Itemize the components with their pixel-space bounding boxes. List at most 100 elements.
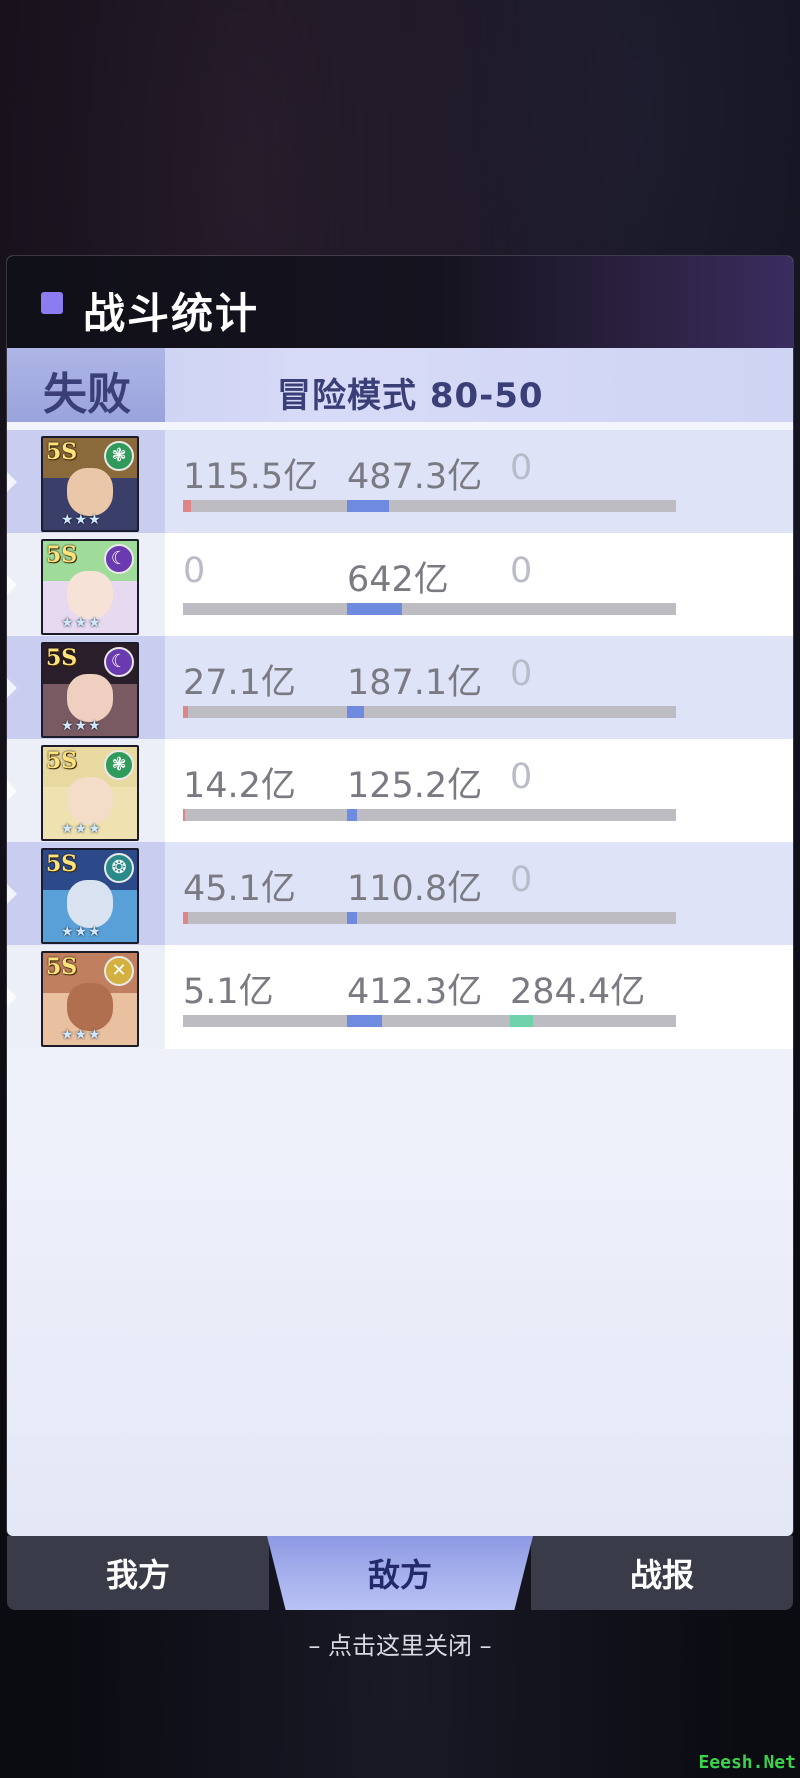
row-arrow-icon bbox=[7, 878, 17, 910]
battle-stats-panel: 战斗统计 失败 冒险模式 80-50 伤害 承伤 治疗 5S❃★★★115.5亿… bbox=[7, 256, 793, 1536]
taken-bar bbox=[347, 706, 513, 718]
hero-rank-badge: 5S bbox=[46, 645, 78, 671]
heal-bar bbox=[510, 500, 676, 512]
portrait-cell: 5S ❃ ★★★ bbox=[7, 739, 165, 843]
heal-bar bbox=[510, 603, 676, 615]
damage-bar bbox=[183, 912, 349, 924]
hero-stars: ★★★ bbox=[61, 1027, 102, 1043]
hero-portrait[interactable]: 5S ❃ ★★★ bbox=[41, 436, 139, 532]
heal-value: 0 bbox=[510, 448, 533, 488]
portrait-cell: 5S ✕ ★★★ bbox=[7, 945, 165, 1049]
hero-rank-badge: 5S bbox=[46, 748, 78, 774]
heal-bar-fill bbox=[510, 1015, 533, 1027]
taken-bar-fill bbox=[347, 500, 389, 512]
hero-portrait[interactable]: 5S ❂ ★★★ bbox=[41, 848, 139, 944]
portrait-cell: 5S ❂ ★★★ bbox=[7, 842, 165, 946]
hero-row[interactable]: 5S ❂ ★★★ 45.1亿 110.8亿 0 bbox=[7, 842, 793, 946]
taken-bar bbox=[347, 603, 513, 615]
damage-bar bbox=[183, 1015, 349, 1027]
taken-bar bbox=[347, 912, 513, 924]
heal-value: 0 bbox=[510, 860, 533, 900]
damage-value: 115.5亿 bbox=[183, 457, 319, 497]
wind-icon: ❂ bbox=[104, 853, 134, 883]
hero-portrait[interactable]: 5S ❃ ★★★ bbox=[41, 745, 139, 841]
hero-rank-badge: 5S bbox=[46, 851, 78, 877]
watermark: Eeesh.Net bbox=[698, 1752, 796, 1773]
damage-value: 0 bbox=[183, 551, 206, 591]
light-icon: ✕ bbox=[104, 956, 134, 986]
damage-bar-fill bbox=[183, 500, 191, 512]
row-arrow-icon bbox=[7, 981, 17, 1013]
heal-bar bbox=[510, 809, 676, 821]
taken-value: 125.2亿 bbox=[347, 766, 483, 806]
damage-bar-fill bbox=[183, 809, 185, 821]
portrait-face bbox=[67, 468, 113, 516]
moon-icon: ☾ bbox=[104, 647, 134, 677]
damage-bar bbox=[183, 603, 349, 615]
side-tabs: 我方 战报 敌方 bbox=[7, 1536, 793, 1610]
hero-portrait[interactable]: 5S ☾ ★★★ bbox=[41, 539, 139, 635]
hero-row[interactable]: 5S ❃ ★★★ 115.5亿 487.3亿 0 bbox=[7, 430, 793, 534]
tab-ours[interactable]: 我方 bbox=[7, 1536, 269, 1610]
hero-rank-badge: 5S bbox=[46, 954, 78, 980]
taken-bar-fill bbox=[347, 912, 357, 924]
hero-row[interactable]: 5S ☾ ★★★ 27.1亿 187.1亿 0 bbox=[7, 636, 793, 740]
hero-stars: ★★★ bbox=[61, 718, 102, 734]
taken-bar-fill bbox=[347, 809, 357, 821]
taken-value: 487.3亿 bbox=[347, 457, 483, 497]
heal-value: 0 bbox=[510, 654, 533, 694]
portrait-face bbox=[67, 571, 113, 619]
portrait-cell: 5S ☾ ★★★ bbox=[7, 636, 165, 740]
damage-value: 27.1亿 bbox=[183, 663, 296, 703]
portrait-face bbox=[67, 674, 113, 722]
portrait-face bbox=[67, 983, 113, 1031]
hero-portrait[interactable]: 5S ☾ ★★★ bbox=[41, 642, 139, 738]
heal-value: 0 bbox=[510, 551, 533, 591]
damage-bar bbox=[183, 809, 349, 821]
title-square-icon bbox=[41, 292, 63, 314]
damage-bar-fill bbox=[183, 706, 188, 718]
panel-title: 战斗统计 bbox=[83, 289, 260, 338]
taken-bar bbox=[347, 500, 513, 512]
damage-bar bbox=[183, 706, 349, 718]
panel-header: 战斗统计 bbox=[7, 256, 793, 348]
close-hint[interactable]: – 点击这里关闭 – bbox=[0, 1626, 800, 1661]
hero-stars: ★★★ bbox=[61, 512, 102, 528]
portrait-cell: 5S ☾ ★★★ bbox=[7, 533, 165, 637]
hero-row[interactable]: 5S ❃ ★★★ 14.2亿 125.2亿 0 bbox=[7, 739, 793, 843]
portrait-face bbox=[67, 880, 113, 928]
tab-enemy[interactable]: 敌方 bbox=[267, 1536, 533, 1610]
taken-bar bbox=[347, 1015, 513, 1027]
taken-bar bbox=[347, 809, 513, 821]
taken-value: 110.8亿 bbox=[347, 869, 483, 909]
battle-result: 失败 bbox=[43, 369, 131, 420]
tab-report[interactable]: 战报 bbox=[531, 1536, 793, 1610]
damage-value: 5.1亿 bbox=[183, 972, 274, 1012]
taken-bar-fill bbox=[347, 603, 402, 615]
result-strip: 失败 冒险模式 80-50 bbox=[7, 348, 793, 422]
damage-bar bbox=[183, 500, 349, 512]
portrait-face bbox=[67, 777, 113, 825]
taken-value: 187.1亿 bbox=[347, 663, 483, 703]
hero-portrait[interactable]: 5S ✕ ★★★ bbox=[41, 951, 139, 1047]
heal-bar bbox=[510, 1015, 676, 1027]
stage-mode: 冒险模式 80-50 bbox=[277, 376, 544, 416]
hero-stars: ★★★ bbox=[61, 821, 102, 837]
moon-icon: ☾ bbox=[104, 544, 134, 574]
portrait-cell: 5S ❃ ★★★ bbox=[7, 430, 165, 534]
hero-row[interactable]: 5S ✕ ★★★ 5.1亿 412.3亿 284.4亿 bbox=[7, 945, 793, 1049]
row-arrow-icon bbox=[7, 672, 17, 704]
hero-stars: ★★★ bbox=[61, 924, 102, 940]
damage-value: 45.1亿 bbox=[183, 869, 296, 909]
row-arrow-icon bbox=[7, 466, 17, 498]
nature-icon: ❃ bbox=[104, 750, 134, 780]
taken-bar-fill bbox=[347, 1015, 382, 1027]
hero-stars: ★★★ bbox=[61, 615, 102, 631]
heal-bar bbox=[510, 706, 676, 718]
taken-value: 642亿 bbox=[347, 560, 449, 600]
hero-row[interactable]: 5S ☾ ★★★ 0 642亿 0 bbox=[7, 533, 793, 637]
result-box: 失败 bbox=[7, 348, 165, 422]
heal-value: 284.4亿 bbox=[510, 972, 646, 1012]
hero-rank-badge: 5S bbox=[46, 439, 78, 465]
row-arrow-icon bbox=[7, 775, 17, 807]
